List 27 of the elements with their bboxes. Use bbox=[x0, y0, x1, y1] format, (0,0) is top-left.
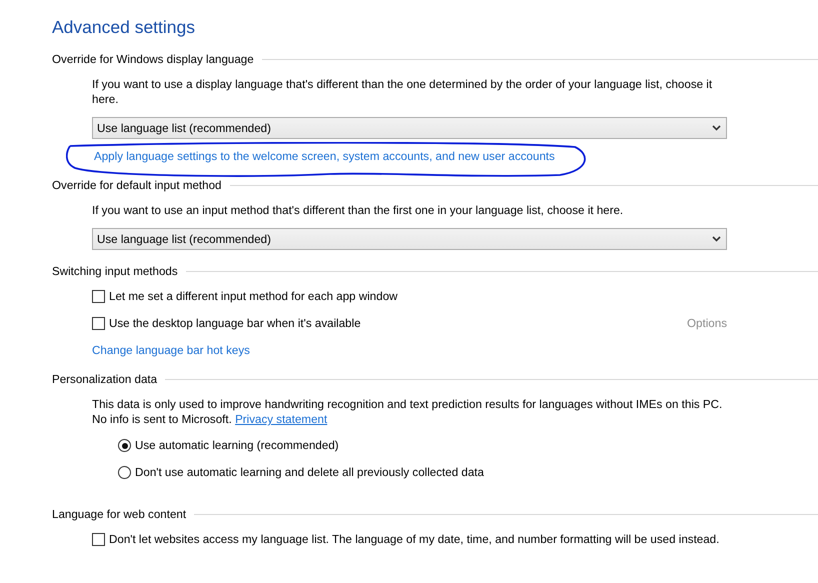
description-text: This data is only used to improve handwriting recognition and text prediction results for languages without IMEs on this PC. No info is sent to Microsoft. Privacy statement bbox=[92, 397, 724, 427]
radio-button[interactable] bbox=[118, 466, 131, 479]
section-heading: Personalization data bbox=[52, 372, 158, 386]
section-heading: Override for default input method bbox=[52, 178, 222, 192]
section-heading: Override for Windows display language bbox=[52, 52, 255, 66]
checkbox-label: Let me set a different input method for each app window bbox=[109, 289, 399, 304]
settings-link[interactable]: Change language bar hot keys bbox=[92, 344, 250, 357]
description-text: If you want to use a display language that's different than the one determined by the order of your language list, choose it here. bbox=[92, 77, 714, 107]
privacy-link[interactable]: Privacy statement bbox=[235, 413, 328, 426]
section-heading: Language for web content bbox=[52, 508, 188, 520]
checkbox-label: Use the desktop language bar when it's available bbox=[109, 316, 362, 331]
checkbox[interactable] bbox=[92, 317, 105, 330]
chevron-down-icon bbox=[712, 236, 721, 242]
checkbox-label: Don't let websites access my language list. The language of my date, time, and number formatting will be used instead. bbox=[109, 532, 720, 547]
radio-button[interactable] bbox=[118, 439, 131, 452]
radio-label: Use automatic learning (recommended) bbox=[135, 438, 340, 453]
dropdown-value: Use language list (recommended) bbox=[97, 122, 271, 134]
radio-label: Don't use automatic learning and delete all previously collected data bbox=[135, 465, 485, 480]
language-dropdown[interactable]: Use language list (recommended) bbox=[92, 117, 727, 139]
section-heading: Switching input methods bbox=[52, 264, 179, 278]
checkbox[interactable] bbox=[92, 290, 105, 303]
dropdown-value: Use language list (recommended) bbox=[97, 232, 271, 246]
language-dropdown[interactable]: Use language list (recommended) bbox=[92, 228, 727, 250]
checkbox[interactable] bbox=[92, 533, 105, 546]
description-text: If you want to use an input method that's different than the first one in your language list, choose it here. bbox=[92, 203, 624, 218]
page-title: Advanced settings bbox=[52, 16, 196, 39]
chevron-down-icon bbox=[712, 125, 721, 131]
